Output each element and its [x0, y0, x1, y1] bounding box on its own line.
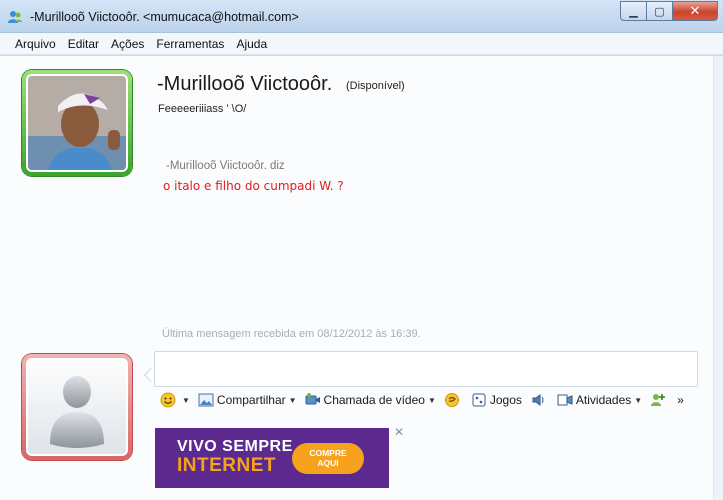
- invite-contact-button[interactable]: [650, 392, 669, 408]
- message-sender: -Murillooõ Viictooôr. diz: [166, 160, 285, 172]
- last-message-info: Última mensagem recebida em 08/12/2012 à…: [162, 328, 421, 340]
- close-button[interactable]: ✕: [673, 1, 718, 21]
- maximize-button[interactable]: ▢: [647, 1, 673, 21]
- activities-icon: [557, 394, 573, 406]
- minimize-button[interactable]: ▁: [620, 1, 647, 21]
- ad-headline: VIVO SEMPRE: [177, 438, 293, 455]
- ad-cta-button[interactable]: COMPRE AQUI: [292, 443, 364, 474]
- menu-ajuda[interactable]: Ajuda: [230, 37, 273, 51]
- menu-ferramentas[interactable]: Ferramentas: [150, 37, 230, 51]
- smiley-icon: [160, 392, 176, 408]
- menu-bar: Arquivo Editar Ações Ferramentas Ajuda: [0, 33, 723, 55]
- block-button[interactable]: [530, 392, 549, 408]
- window-title: -Murillooõ Viictooôr. <mumucaca@hotmail.…: [30, 10, 299, 24]
- user-avatar[interactable]: [22, 354, 132, 460]
- games-button[interactable]: Jogos: [471, 392, 522, 408]
- menu-acoes[interactable]: Ações: [105, 37, 150, 51]
- emoticon-button[interactable]: ▼: [160, 392, 190, 408]
- contact-photo-graphic: [28, 76, 126, 170]
- ad-banner[interactable]: VIVO SEMPRE INTERNET COMPRE AQUI: [155, 428, 389, 488]
- menu-editar[interactable]: Editar: [62, 37, 105, 51]
- speaker-icon: [532, 394, 544, 406]
- chevron-down-icon: ▼: [634, 395, 643, 405]
- scrollbar[interactable]: [713, 56, 723, 500]
- chat-toolbar: ▼ Compartilhar ▼ Chamada de vídeo ▼ Jogo…: [160, 389, 692, 411]
- title-bar[interactable]: -Murillooõ Viictooôr. <mumucaca@hotmail.…: [0, 0, 723, 33]
- ad-subheadline: INTERNET: [177, 455, 276, 476]
- video-call-icon: [305, 393, 320, 405]
- messenger-app-icon: [8, 11, 22, 23]
- chevron-down-icon: ▼: [427, 395, 436, 405]
- ad-close-icon[interactable]: ✕: [394, 425, 404, 439]
- ad-cta-line2: AQUI: [317, 458, 339, 468]
- activities-button[interactable]: Atividades ▼: [557, 392, 642, 408]
- contact-avatar[interactable]: [22, 70, 132, 176]
- contact-personal-message: Feeeeeriiiass ' \O/: [158, 103, 247, 115]
- games-icon: [472, 393, 486, 407]
- contact-status: (Disponível): [346, 80, 405, 92]
- share-button[interactable]: Compartilhar ▼: [198, 392, 297, 408]
- games-label: Jogos: [489, 393, 522, 407]
- nudge-button[interactable]: [444, 392, 463, 408]
- chevron-down-icon: ▼: [182, 395, 190, 405]
- user-photo-placeholder: [26, 358, 128, 456]
- contact-name: -Murillooõ Viictooôr.: [157, 73, 333, 95]
- more-button[interactable]: »: [677, 393, 684, 407]
- contact-photo: [26, 74, 128, 172]
- nudge-icon: [444, 393, 459, 407]
- video-call-label: Chamada de vídeo: [323, 393, 425, 407]
- more-chevron-icon: »: [677, 393, 684, 407]
- default-user-icon: [50, 376, 104, 448]
- menu-arquivo[interactable]: Arquivo: [9, 37, 62, 51]
- message-input[interactable]: [154, 351, 698, 387]
- chevron-down-icon: ▼: [288, 395, 297, 405]
- picture-icon: [198, 393, 214, 407]
- video-call-button[interactable]: Chamada de vídeo ▼: [305, 392, 436, 408]
- message-text: o italo e filho do cumpadi W. ?: [163, 179, 344, 193]
- activities-label: Atividades: [575, 393, 632, 407]
- add-contact-icon: [651, 394, 666, 406]
- ad-cta-line1: COMPRE: [309, 448, 347, 458]
- window-controls: ▁ ▢ ✕: [620, 1, 718, 21]
- share-label: Compartilhar: [216, 393, 286, 407]
